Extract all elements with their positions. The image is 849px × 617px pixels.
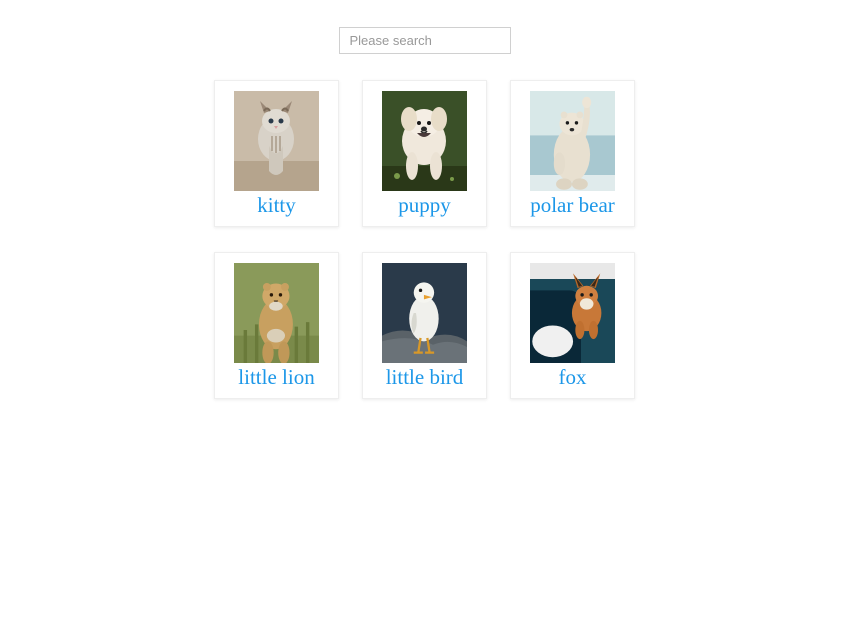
fox-image — [530, 263, 615, 363]
card-title: fox — [559, 365, 587, 390]
card-kitty[interactable]: kitty — [214, 80, 339, 227]
card-title: polar bear — [530, 193, 615, 218]
puppy-image — [382, 91, 467, 191]
kitty-image — [234, 91, 319, 191]
little-lion-image — [234, 263, 319, 363]
card-fox[interactable]: fox — [510, 252, 635, 399]
card-title: little bird — [386, 365, 464, 390]
polar-bear-image — [530, 91, 615, 191]
card-title: puppy — [398, 193, 451, 218]
card-title: kitty — [257, 193, 296, 218]
search-wrapper — [339, 27, 511, 54]
card-little-lion[interactable]: little lion — [214, 252, 339, 399]
card-grid: kitty — [214, 80, 635, 399]
card-little-bird[interactable]: little bird — [362, 252, 487, 399]
search-input[interactable] — [339, 27, 511, 54]
card-polar-bear[interactable]: polar bear — [510, 80, 635, 227]
little-bird-image — [382, 263, 467, 363]
page-container: kitty — [0, 0, 849, 399]
card-puppy[interactable]: puppy — [362, 80, 487, 227]
card-title: little lion — [238, 365, 314, 390]
